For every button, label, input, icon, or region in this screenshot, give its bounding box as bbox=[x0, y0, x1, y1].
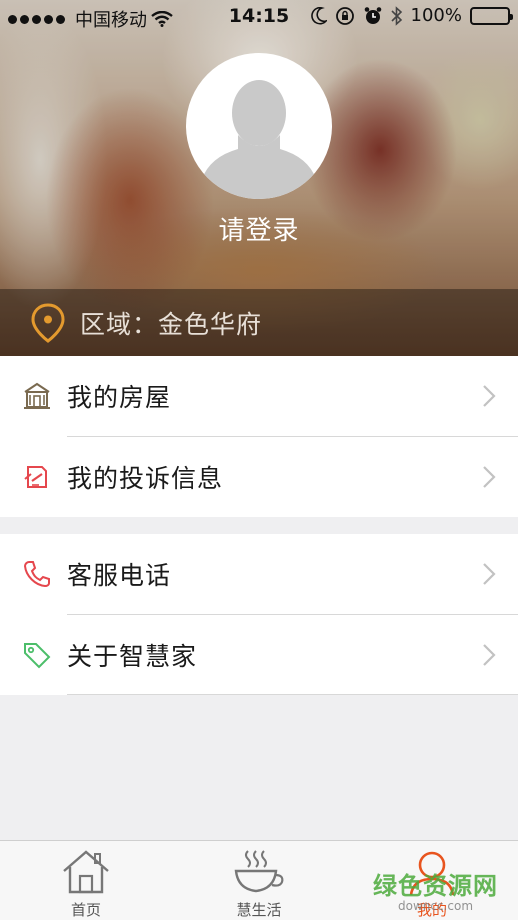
status-bar: 中国移动 14:15 100% bbox=[0, 0, 518, 34]
watermark-text: 绿色资源网 bbox=[373, 872, 498, 900]
menu-item-label: 客服电话 bbox=[67, 561, 172, 590]
tag-icon bbox=[24, 643, 51, 669]
chevron-right-icon bbox=[483, 644, 496, 666]
tab-label: 慧生活 bbox=[236, 901, 282, 919]
status-right: 100% bbox=[310, 5, 513, 26]
default-avatar-icon bbox=[202, 80, 316, 199]
login-link[interactable]: 请登录 bbox=[0, 210, 518, 247]
tab-home[interactable]: 首页 bbox=[0, 841, 172, 920]
region-bar[interactable]: 区域：金色华府 bbox=[0, 289, 518, 356]
watermark: 绿色资源网 downcc.com bbox=[373, 866, 498, 913]
phone-icon bbox=[23, 561, 50, 588]
menu-group-info: 客服电话 关于智慧家 bbox=[0, 534, 518, 695]
home-icon bbox=[63, 850, 109, 894]
region-label: 区域：金色华府 bbox=[80, 309, 263, 339]
chevron-right-icon bbox=[483, 563, 496, 585]
rotation-lock-icon bbox=[335, 6, 354, 25]
house-icon bbox=[24, 382, 50, 409]
tab-label: 首页 bbox=[70, 901, 101, 919]
moon-icon bbox=[310, 6, 327, 25]
menu-item-my-complaints[interactable]: 我的投诉信息 bbox=[0, 437, 518, 517]
alarm-icon bbox=[364, 6, 381, 24]
coffee-cup-icon bbox=[234, 850, 284, 893]
menu-divider bbox=[67, 694, 518, 695]
menu-item-my-house[interactable]: 我的房屋 bbox=[0, 356, 518, 436]
menu-group-house: 我的房屋 我的投诉信息 bbox=[0, 356, 518, 517]
menu-item-service-phone[interactable]: 客服电话 bbox=[0, 534, 518, 614]
menu-item-label: 我的投诉信息 bbox=[67, 464, 224, 493]
complaint-note-icon bbox=[24, 466, 47, 488]
menu-item-label: 关于智慧家 bbox=[67, 642, 198, 671]
location-pin-icon bbox=[31, 302, 65, 343]
chevron-right-icon bbox=[483, 385, 496, 407]
profile-header: 中国移动 14:15 100% 请登录 区域：金色华府 bbox=[0, 0, 518, 356]
bluetooth-icon bbox=[390, 5, 402, 26]
tab-smart-life[interactable]: 慧生活 bbox=[173, 841, 345, 920]
menu-item-about[interactable]: 关于智慧家 bbox=[0, 615, 518, 695]
avatar[interactable] bbox=[186, 53, 332, 199]
menu-item-label: 我的房屋 bbox=[67, 383, 172, 412]
watermark-url: downcc.com bbox=[397, 899, 474, 913]
battery-percent: 100% bbox=[410, 5, 462, 26]
battery-icon bbox=[470, 6, 513, 25]
chevron-right-icon bbox=[483, 466, 496, 488]
